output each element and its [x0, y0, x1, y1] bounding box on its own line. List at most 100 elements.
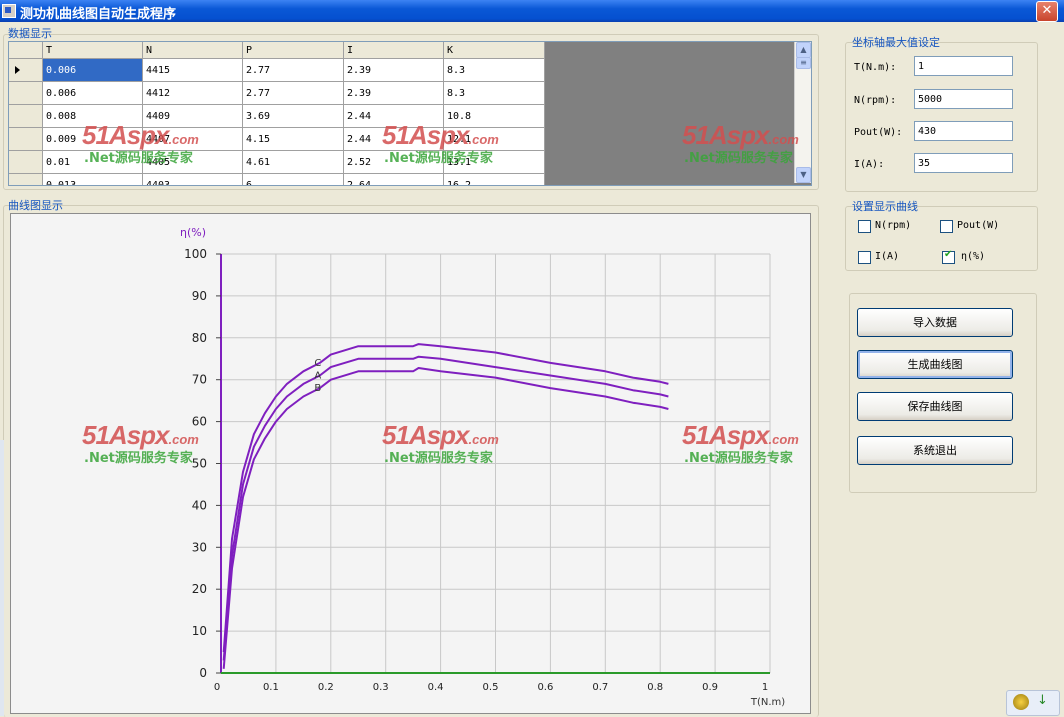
globe-icon[interactable]: [1013, 694, 1029, 710]
chart-section-caption: 曲线图显示: [8, 199, 63, 212]
y-tick-label: 70: [192, 373, 207, 387]
y-tick-label: 10: [192, 624, 207, 638]
y-tick-label: 20: [192, 582, 207, 596]
grid-cell[interactable]: 4405: [142, 150, 243, 174]
arrow-down-icon[interactable]: ↓: [1037, 693, 1048, 708]
save-chart-button[interactable]: 保存曲线图: [857, 392, 1013, 421]
table-row[interactable]: 0.008 4409 3.69 2.44 10.8: [9, 104, 545, 128]
pout-max-label: Pout(W):: [854, 127, 903, 138]
generate-chart-button[interactable]: 生成曲线图: [857, 350, 1013, 379]
grid-cell[interactable]: 2.77: [242, 58, 344, 82]
data-grid[interactable]: T N P I K 0.006 4415 2.77 2.39 8.3 0.006…: [8, 41, 812, 186]
grid-cell[interactable]: 0.006: [42, 58, 143, 82]
x-tick-label: 0.9: [702, 682, 718, 693]
grid-vertical-scrollbar[interactable]: ▲ ≡ ▼: [794, 42, 811, 183]
grid-header-row: T N P I K: [9, 42, 545, 59]
pout-checkbox-label[interactable]: Pout(W): [957, 220, 999, 231]
grid-cell[interactable]: 2.39: [343, 81, 444, 105]
grid-cell[interactable]: 2.64: [343, 173, 444, 185]
chart-panel: 0 10 20 30 40 50 60 70 80 90 100 0 0.1 0.2 0.3 0.4 0.5 0.…: [10, 213, 811, 714]
table-row[interactable]: 0.009 4407 4.15 2.44 12.1: [9, 127, 545, 151]
exit-button[interactable]: 系统退出: [857, 436, 1013, 465]
column-header-t[interactable]: T: [42, 42, 143, 59]
grid-cell[interactable]: 0.013: [42, 173, 143, 185]
scroll-thumb[interactable]: ≡: [796, 57, 811, 69]
x-tick-label: 0.8: [647, 682, 663, 693]
x-tick-label: 0.7: [592, 682, 608, 693]
system-tray-widget[interactable]: ↓: [1006, 690, 1060, 716]
x-tick-label: 0: [214, 682, 220, 693]
row-header[interactable]: [9, 150, 43, 174]
desktop-edge-strip: [0, 440, 4, 716]
grid-cell[interactable]: 0.008: [42, 104, 143, 128]
grid-cell[interactable]: 4.15: [242, 127, 344, 151]
grid-cell[interactable]: 0.01: [42, 150, 143, 174]
curve-settings-caption: 设置显示曲线: [852, 200, 918, 213]
i-max-input[interactable]: [914, 153, 1013, 173]
x-tick-label: 1: [762, 682, 768, 693]
row-header[interactable]: [9, 58, 43, 82]
i-a-checkbox[interactable]: [858, 251, 871, 264]
grid-cell[interactable]: 8.3: [443, 58, 545, 82]
t-max-input[interactable]: [914, 56, 1013, 76]
grid-cell[interactable]: 4415: [142, 58, 243, 82]
row-header[interactable]: [9, 104, 43, 128]
grid-cell[interactable]: 0.009: [42, 127, 143, 151]
grid-cell[interactable]: 10.8: [443, 104, 545, 128]
efficiency-checkbox-label[interactable]: η(%): [961, 251, 985, 262]
import-data-button[interactable]: 导入数据: [857, 308, 1013, 337]
grid-cell[interactable]: 3.69: [242, 104, 344, 128]
pout-checkbox[interactable]: [940, 220, 953, 233]
n-max-input[interactable]: [914, 89, 1013, 109]
column-header-k[interactable]: K: [443, 42, 545, 59]
grid-cell[interactable]: 6: [242, 173, 344, 185]
column-header-n[interactable]: N: [142, 42, 243, 59]
title-bar: 测功机曲线图自动生成程序 ✕: [0, 0, 1064, 22]
current-row-arrow-icon: [15, 66, 20, 74]
row-header[interactable]: [9, 173, 43, 185]
grid-cell[interactable]: 2.52: [343, 150, 444, 174]
i-a-checkbox-label[interactable]: I(A): [875, 251, 899, 262]
grid-cell[interactable]: 8.3: [443, 81, 545, 105]
x-tick-label: 0.4: [428, 682, 444, 693]
grid-cell[interactable]: 12.1: [443, 127, 545, 151]
grid-cell[interactable]: 4403: [142, 173, 243, 185]
app-icon: [2, 4, 16, 18]
grid-cell[interactable]: 4407: [142, 127, 243, 151]
y-tick-label: 60: [192, 415, 207, 429]
n-rpm-checkbox-label[interactable]: N(rpm): [875, 220, 911, 231]
column-header-i[interactable]: I: [343, 42, 444, 59]
grid-cell[interactable]: 4.61: [242, 150, 344, 174]
table-row[interactable]: 0.006 4415 2.77 2.39 8.3: [9, 58, 545, 82]
grid-cell[interactable]: 2.39: [343, 58, 444, 82]
grid-cell[interactable]: 4409: [142, 104, 243, 128]
x-tick-label: 0.3: [373, 682, 389, 693]
grid-cell[interactable]: 2.44: [343, 104, 444, 128]
table-row[interactable]: 0.013 4403 6 2.64 16.2: [9, 173, 545, 185]
grid-cell[interactable]: 4412: [142, 81, 243, 105]
grid-cell[interactable]: 2.44: [343, 127, 444, 151]
i-max-label: I(A):: [854, 159, 885, 170]
series-label-a: A: [314, 371, 321, 382]
efficiency-checkbox[interactable]: [942, 249, 955, 264]
column-header-p[interactable]: P: [242, 42, 344, 59]
grid-cell[interactable]: 0.006: [42, 81, 143, 105]
scroll-down-icon[interactable]: ▼: [796, 167, 811, 183]
y-tick-label: 50: [192, 457, 207, 471]
row-header[interactable]: [9, 127, 43, 151]
table-row[interactable]: 0.01 4405 4.61 2.52 13.1: [9, 150, 545, 174]
row-header[interactable]: [9, 81, 43, 105]
table-row[interactable]: 0.006 4412 2.77 2.39 8.3: [9, 81, 545, 105]
grid-cell[interactable]: 16.2: [443, 173, 545, 185]
y-tick-label: 40: [192, 498, 207, 512]
grid-cell[interactable]: 13.1: [443, 150, 545, 174]
y-tick-label: 0: [199, 666, 207, 680]
grid-cell[interactable]: 2.77: [242, 81, 344, 105]
pout-max-input[interactable]: [914, 121, 1013, 141]
n-rpm-checkbox[interactable]: [858, 220, 871, 233]
close-button[interactable]: ✕: [1036, 1, 1058, 22]
axis-settings-caption: 坐标轴最大值设定: [852, 36, 940, 49]
series-label-c: C: [314, 358, 321, 369]
scroll-up-icon[interactable]: ▲: [796, 42, 811, 58]
data-section-caption: 数据显示: [8, 27, 52, 40]
